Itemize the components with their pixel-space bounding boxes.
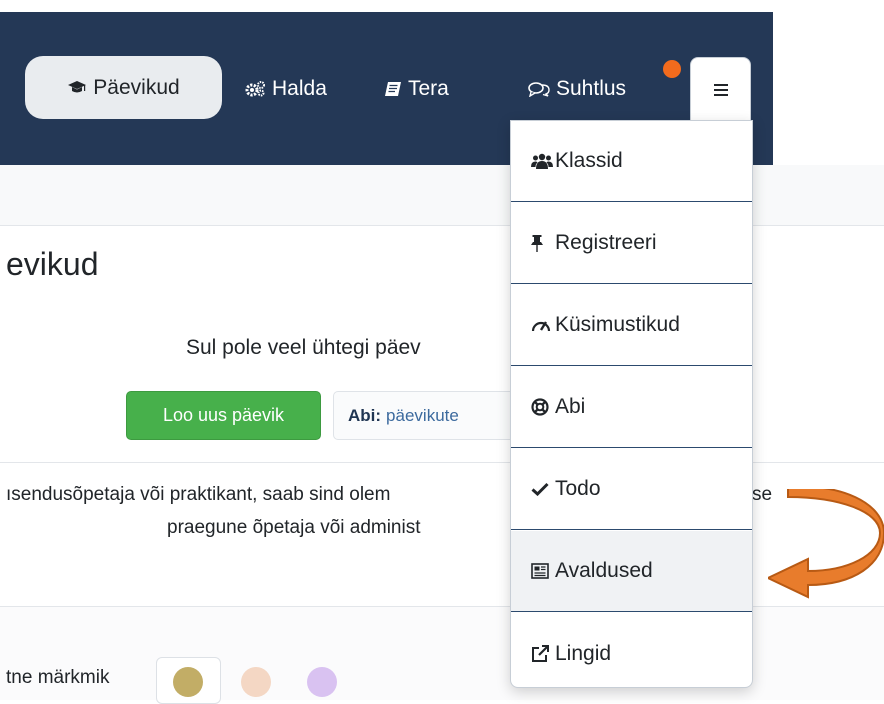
nav-item-label: Suhtlus bbox=[556, 77, 627, 100]
nav-item-label: Tera bbox=[408, 77, 449, 100]
nav-item-label: Halda bbox=[272, 77, 327, 100]
menu-item-abi[interactable]: Abi bbox=[511, 367, 752, 448]
book-icon bbox=[384, 81, 402, 97]
hamburger-icon bbox=[713, 83, 728, 96]
nav-item-tera[interactable]: Tera bbox=[384, 57, 449, 121]
nav-item-label: Päevikud bbox=[93, 75, 180, 99]
menu-item-todo[interactable]: Todo bbox=[511, 449, 752, 530]
create-diary-button[interactable]: Loo uus päevik bbox=[126, 391, 321, 440]
menu-item-label: Abi bbox=[555, 395, 586, 418]
graduation-cap-icon bbox=[67, 80, 87, 96]
menu-item-label: Registreeri bbox=[555, 231, 657, 254]
nav-item-paevikud[interactable]: Päevikud bbox=[25, 56, 222, 119]
menu-item-avaldused[interactable]: Avaldused bbox=[511, 531, 752, 612]
menu-item-label: Todo bbox=[555, 477, 601, 500]
info-text-line: praegune õpetaja või administ bbox=[167, 517, 421, 538]
gears-icon bbox=[244, 80, 266, 98]
color-swatch[interactable] bbox=[307, 667, 337, 697]
empty-state-message: Sul pole veel ühtegi päev bbox=[186, 336, 421, 359]
nav-item-suhtlus[interactable]: Suhtlus bbox=[528, 57, 626, 121]
dropdown-menu: Klassid Registreeri Küsimustikud Abi Tod… bbox=[510, 120, 753, 688]
menu-item-label: Küsimustikud bbox=[555, 313, 680, 336]
nav-item-halda[interactable]: Halda bbox=[244, 57, 327, 121]
info-text-line: ısendusõpetaja või praktikant, saab sind… bbox=[6, 484, 391, 505]
page-title: evikud bbox=[6, 246, 99, 282]
gauge-icon bbox=[531, 318, 553, 332]
menu-toggle-button[interactable] bbox=[690, 57, 751, 121]
menu-item-label: Avaldused bbox=[555, 559, 653, 582]
check-icon bbox=[531, 482, 553, 496]
help-link[interactable]: päevikute bbox=[386, 406, 459, 426]
users-icon bbox=[531, 153, 553, 169]
menu-item-label: Lingid bbox=[555, 641, 612, 665]
notebook-label: tne märkmik bbox=[6, 667, 110, 688]
curved-arrow-icon bbox=[768, 489, 884, 599]
color-swatch[interactable] bbox=[173, 667, 203, 697]
menu-item-lingid[interactable]: Lingid bbox=[511, 613, 752, 694]
color-swatch[interactable] bbox=[241, 667, 271, 697]
menu-item-registreeri[interactable]: Registreeri bbox=[511, 203, 752, 284]
help-box[interactable]: Abi: päevikute bbox=[333, 391, 533, 440]
menu-item-kusimustikud[interactable]: Küsimustikud bbox=[511, 285, 752, 366]
thumbtack-icon bbox=[531, 234, 553, 252]
comments-icon bbox=[528, 81, 550, 97]
newspaper-icon bbox=[531, 563, 553, 579]
external-link-icon bbox=[531, 644, 553, 663]
menu-item-klassid[interactable]: Klassid bbox=[511, 121, 752, 202]
menu-item-label: Klassid bbox=[555, 149, 623, 172]
life-ring-icon bbox=[531, 398, 553, 416]
notification-badge bbox=[663, 60, 681, 78]
help-label: Abi: bbox=[348, 405, 382, 425]
